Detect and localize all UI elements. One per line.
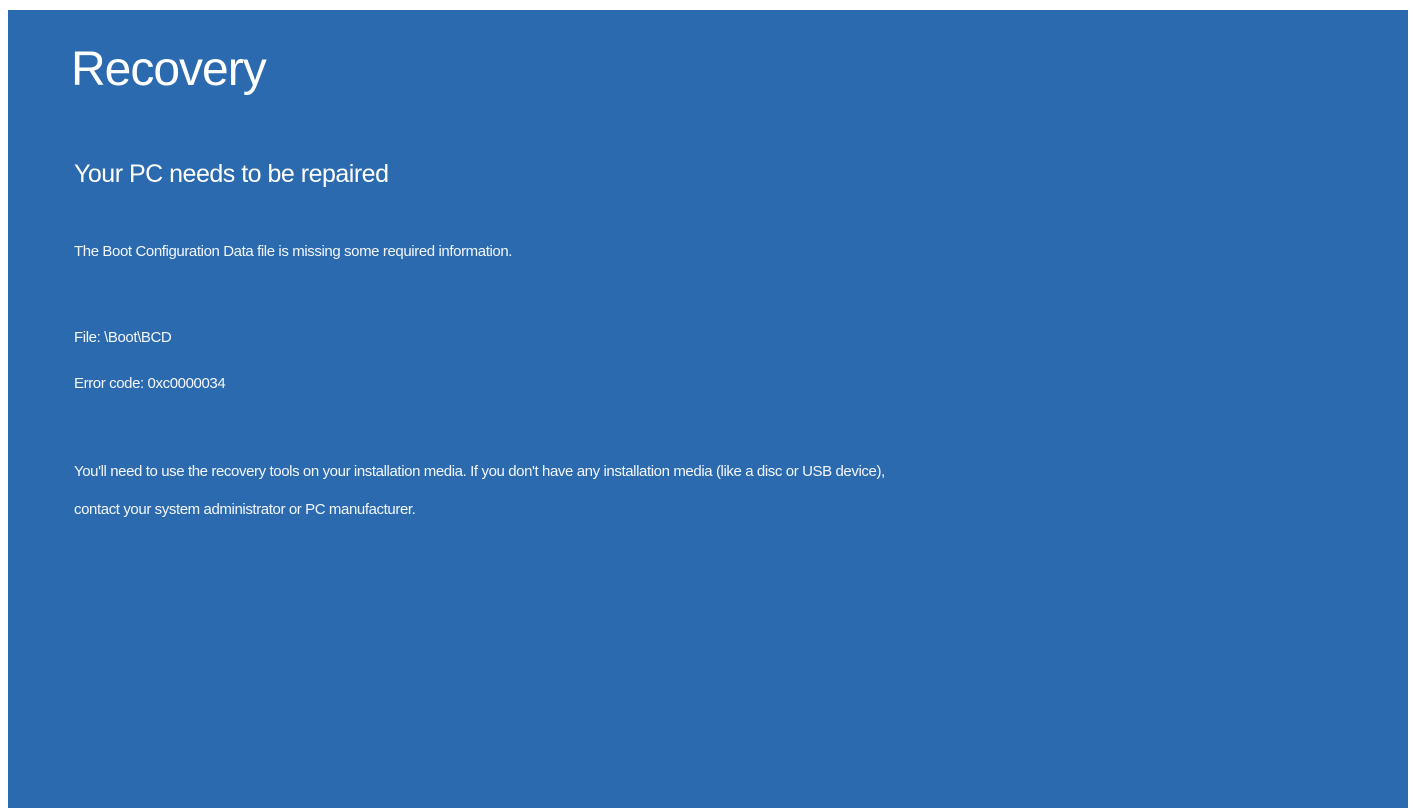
page-title: Recovery [71,43,267,96]
help-text-line-1: You'll need to use the recovery tools on… [74,463,885,480]
error-heading: Your PC needs to be repaired [74,160,389,188]
error-code-line: Error code: 0xc0000034 [74,375,226,392]
error-description: The Boot Configuration Data file is miss… [74,243,513,260]
help-text-line-2: contact your system administrator or PC … [74,501,416,518]
recovery-screen: Recovery Your PC needs to be repaired Th… [8,10,1408,808]
file-path-line: File: \Boot\BCD [74,329,172,346]
